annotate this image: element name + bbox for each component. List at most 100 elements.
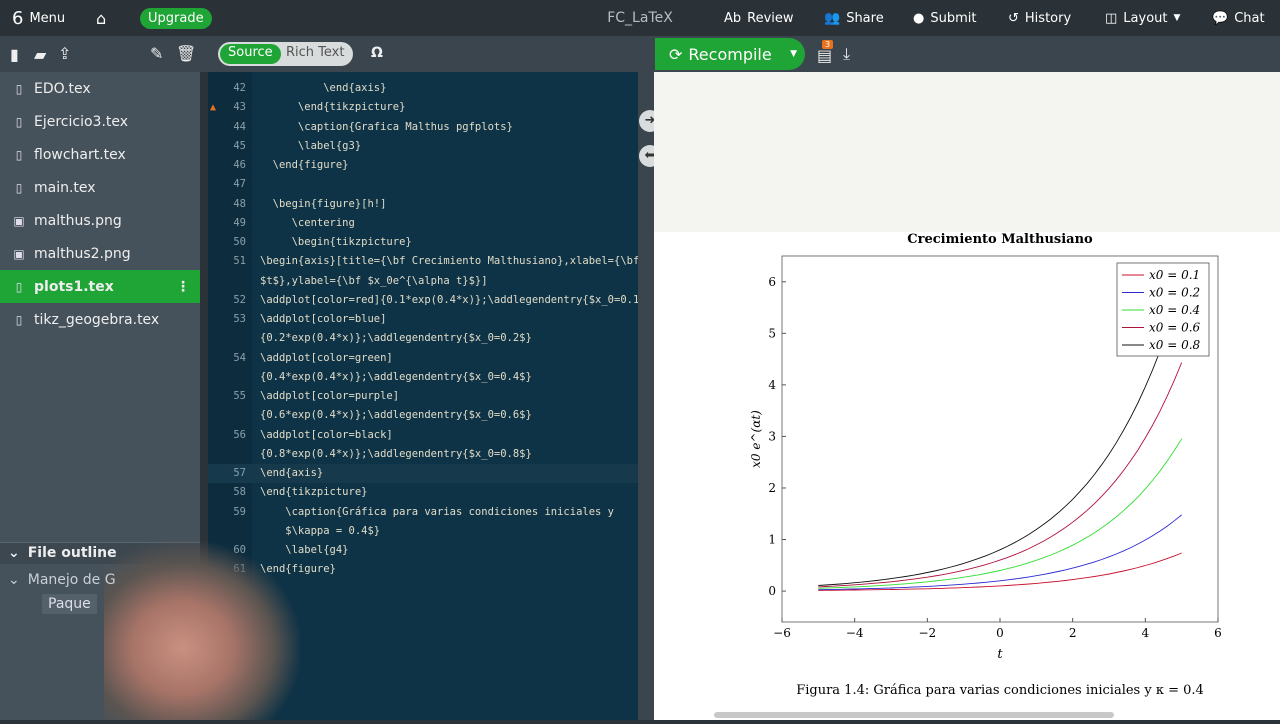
upload-icon[interactable]: ⇪ <box>58 44 71 63</box>
x-tick-label: −6 <box>773 626 791 640</box>
globe-icon: ● <box>913 10 925 26</box>
code-line[interactable]: 50 \begin{tikzpicture} <box>208 233 638 252</box>
code-text: \begin{tikzpicture} <box>260 236 412 248</box>
code-line[interactable]: $\kappa = 0.4$} <box>208 522 638 541</box>
file-item[interactable]: ▯ flowchart.tex <box>0 138 200 171</box>
share-button[interactable]: 👥 Share <box>824 0 884 36</box>
download-pdf-icon[interactable]: ⤓ <box>843 44 850 64</box>
code-line[interactable]: 44 \caption{Grafica Malthus pgfplots} <box>208 118 638 137</box>
rename-icon[interactable]: ✎ <box>150 44 163 63</box>
symbol-palette-button[interactable]: Ω <box>371 45 383 61</box>
legend-entry: x0 = 0.2 <box>1149 286 1200 300</box>
code-editor[interactable]: 42 \end{axis} ▲ 43 \end{tikzpicture} 44 \ca… <box>208 72 638 720</box>
code-text: \addplot[color=red]{0.1*exp(0.4*x)};\add… <box>260 293 638 306</box>
code-line[interactable]: ▲ 43 \end{tikzpicture} <box>208 98 638 117</box>
file-outline-title[interactable]: ⌄ File outline <box>8 545 117 561</box>
submit-button[interactable]: ● Submit <box>913 0 976 36</box>
code-text: \end{tikzpicture} <box>260 486 368 499</box>
pdf-preview[interactable]: Crecimiento Malthusiano −6 −4 −2 0 2 4 6 0 1 2 3 4 5 6… <box>654 72 1280 720</box>
file-item[interactable]: ▯ tikz_geogebra.tex <box>0 303 200 336</box>
project-title: FC_LaTeX <box>607 10 673 26</box>
outline-item[interactable]: ⌄ Manejo de G <box>8 572 116 588</box>
history-button[interactable]: ↺ History <box>1008 0 1071 36</box>
x-tick-label: 2 <box>1069 626 1077 640</box>
code-line[interactable]: 52 \addplot[color=red]{0.1*exp(0.4*x)};\a… <box>208 291 638 310</box>
file-item[interactable]: ▯ main.tex <box>0 171 200 204</box>
code-line[interactable]: 54 \addplot[color=green] <box>208 349 638 368</box>
x-axis-label: t <box>997 647 1003 662</box>
code-line[interactable]: 53 \addplot[color=blue] <box>208 310 638 329</box>
line-number: 59 <box>233 505 246 518</box>
code-text: $t$},ylabel={\bf $x_0e^{\alpha t}$}] <box>260 274 488 287</box>
outline-item[interactable]: Paque <box>42 594 97 614</box>
file-icon: ▯ <box>15 312 23 327</box>
source-tab[interactable]: Source <box>220 44 281 64</box>
new-file-icon[interactable]: ▮ <box>10 45 19 64</box>
code-line[interactable]: {0.2*exp(0.4*x)};\addlegendentry{$x_0=0.… <box>208 329 638 348</box>
line-number: 53 <box>233 313 246 325</box>
chat-icon: 💬 <box>1212 10 1229 26</box>
line-number: 58 <box>233 486 246 499</box>
code-text: $\kappa = 0.4$} <box>260 524 381 537</box>
review-button[interactable]: Ab Review <box>724 0 794 36</box>
code-line[interactable]: {0.4*exp(0.4*x)};\addlegendentry{$x_0=0.… <box>208 368 638 387</box>
code-text: \addplot[color=purple] <box>260 390 400 402</box>
code-line[interactable]: {0.8*exp(0.4*x)};\addlegendentry{$x_0=0.… <box>208 445 638 464</box>
code-line[interactable]: 61 \end{figure} <box>208 560 638 579</box>
recompile-button[interactable]: ⟳ Recompile ▼ <box>655 38 805 70</box>
code-line[interactable]: 51 \begin{axis}[title={\bf Crecimiento Ma… <box>208 252 638 271</box>
code-line[interactable]: 56 \addplot[color=black] <box>208 426 638 445</box>
new-folder-icon[interactable]: ▰ <box>34 45 46 64</box>
code-line[interactable]: {0.6*exp(0.4*x)};\addlegendentry{$x_0=0.… <box>208 406 638 425</box>
code-text: \caption{Gráfica para varias condiciones… <box>260 505 615 518</box>
file-item[interactable]: ▣ malthus2.png <box>0 237 200 270</box>
file-icon: ▯ <box>15 279 23 294</box>
caret-down-icon[interactable]: ▼ <box>790 49 797 59</box>
file-item[interactable]: ▯ EDO.tex <box>0 72 200 105</box>
rich-text-tab[interactable]: Rich Text <box>286 45 344 60</box>
file-item[interactable]: ▯ plots1.tex ⋮ <box>0 270 200 303</box>
code-line[interactable]: 59 \caption{Gráfica para varias condicio… <box>208 503 638 522</box>
code-line[interactable]: 46 \end{figure} <box>208 156 638 175</box>
chat-button[interactable]: 💬 Chat <box>1212 0 1265 36</box>
legend-entry: x0 = 0.6 <box>1149 321 1201 335</box>
code-line[interactable]: 49 \centering <box>208 214 638 233</box>
layout-icon: ◫ <box>1105 10 1118 26</box>
malthus-chart: Crecimiento Malthusiano −6 −4 −2 0 2 4 6 0 1 2 3 4 5 6… <box>654 232 1280 720</box>
file-icon: ▯ <box>15 81 23 96</box>
image-icon: ▣ <box>13 213 25 228</box>
line-number: 61 <box>233 563 246 576</box>
layout-button[interactable]: ◫ Layout ▼ <box>1105 0 1180 36</box>
line-number: 49 <box>233 216 246 229</box>
file-menu-icon[interactable]: ⋮ <box>176 279 190 295</box>
code-text: \end{figure} <box>260 159 349 171</box>
code-line[interactable]: 47 <box>208 175 638 194</box>
code-line[interactable]: $t$},ylabel={\bf $x_0e^{\alpha t}$}] <box>208 272 638 291</box>
pane-divider[interactable]: ➜ ⬅ <box>638 72 661 720</box>
users-icon: 👥 <box>824 10 841 26</box>
file-item[interactable]: ▯ Ejercicio3.tex <box>0 105 200 138</box>
y-tick-label: 2 <box>768 481 776 495</box>
line-number: 44 <box>233 120 246 133</box>
x-tick-label: −4 <box>846 626 864 640</box>
editor-mode-toggle: Source Rich Text <box>218 42 353 66</box>
file-icon: ▯ <box>15 180 23 195</box>
code-line[interactable]: 48 \begin{figure}[h!] <box>208 195 638 214</box>
caret-down-icon: ▼ <box>1173 13 1181 23</box>
code-line[interactable]: 45 \label{g3} <box>208 137 638 156</box>
file-item[interactable]: ▣ malthus.png <box>0 204 200 237</box>
code-line[interactable]: 60 \label{g4} <box>208 541 638 560</box>
code-text: \end{axis} <box>260 82 387 94</box>
code-text: {0.2*exp(0.4*x)};\addlegendentry{$x_0=0.… <box>260 332 532 345</box>
code-line[interactable]: 57 \end{axis} <box>208 464 638 483</box>
code-line[interactable]: 55 \addplot[color=purple] <box>208 387 638 406</box>
chevron-down-icon: ⌄ <box>8 545 20 561</box>
pdf-horizontal-scrollbar[interactable] <box>714 712 1114 718</box>
code-line[interactable]: 42 \end{axis} <box>208 79 638 98</box>
y-tick-label: 5 <box>768 326 776 340</box>
x-tick-label: 4 <box>1142 626 1150 640</box>
code-line[interactable]: 58 \end{tikzpicture} <box>208 483 638 502</box>
file-icon: ▯ <box>15 114 23 129</box>
delete-icon[interactable]: 🗑 <box>176 44 196 63</box>
y-tick-label: 0 <box>768 584 776 598</box>
